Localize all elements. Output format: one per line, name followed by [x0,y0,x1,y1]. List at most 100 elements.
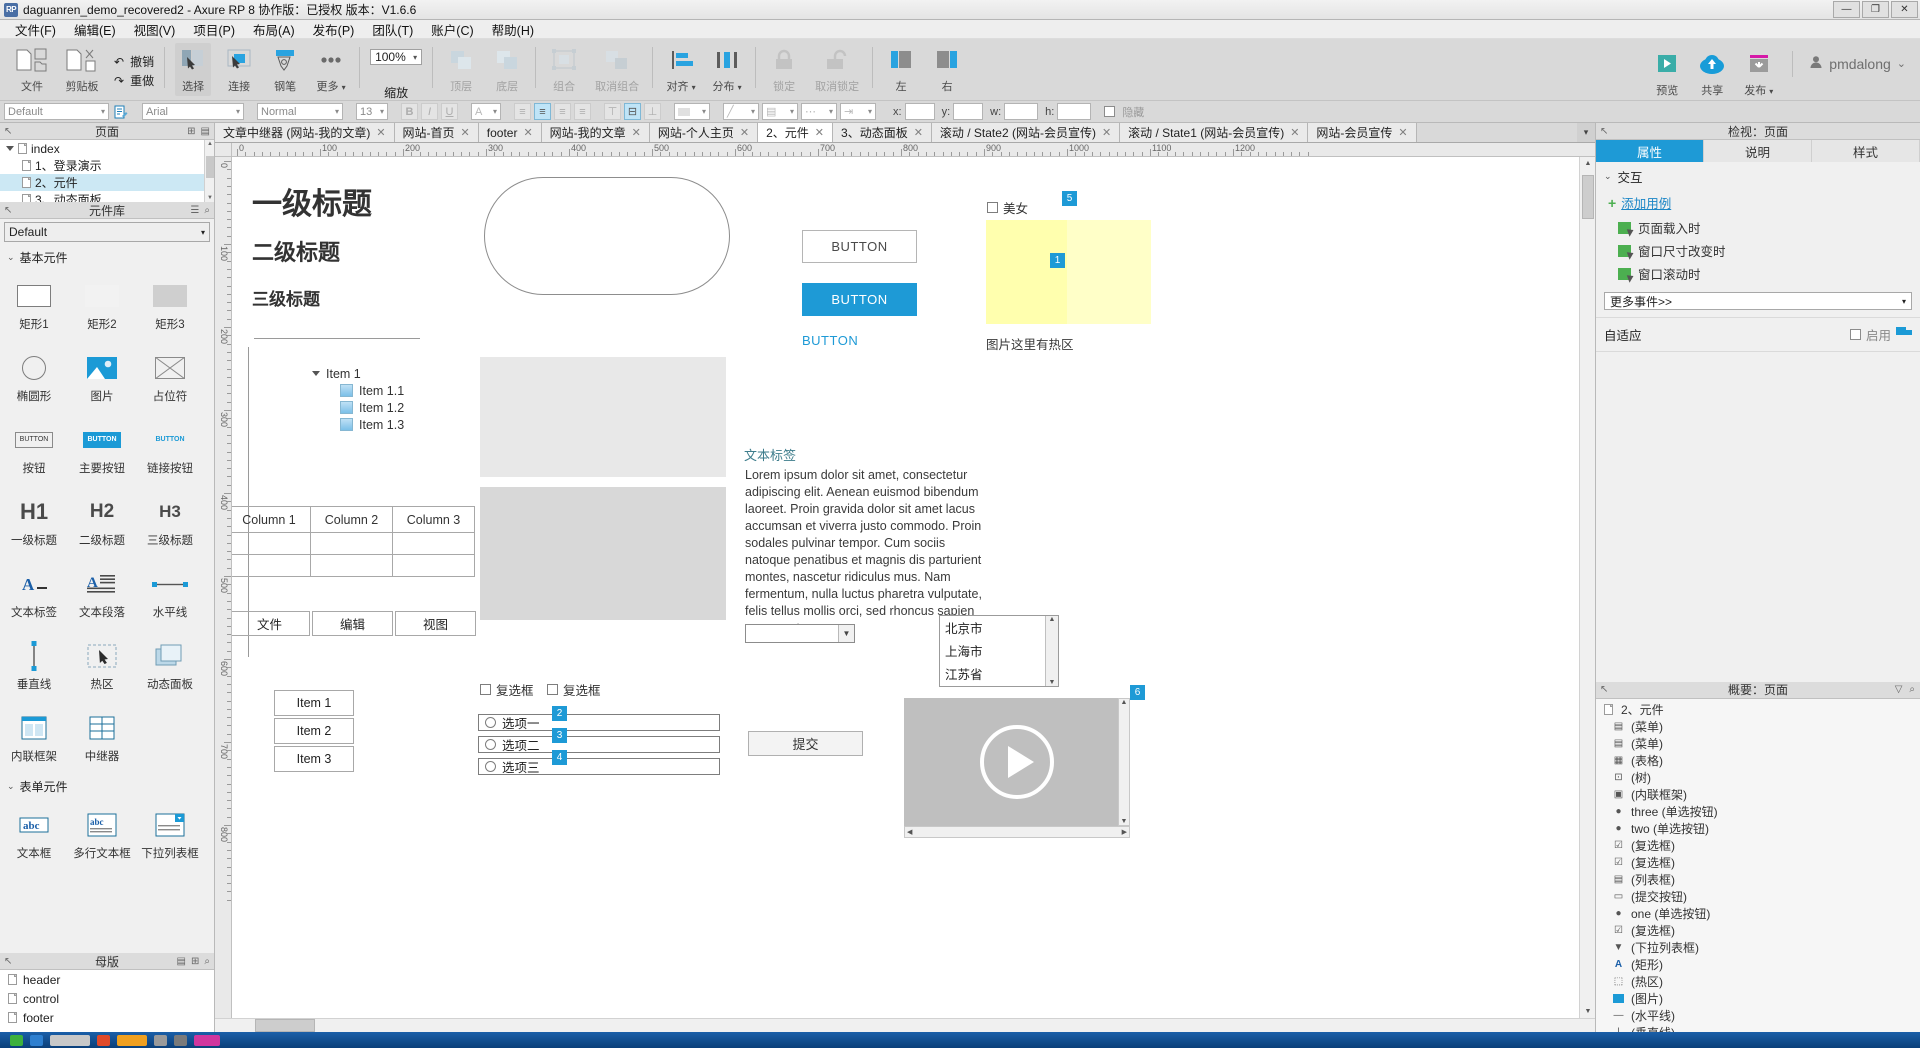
font-color-select[interactable]: A ▾ [471,103,501,120]
canvas-submit-button[interactable]: 提交 [748,731,863,756]
menu-item-layout[interactable]: 布局(A) [244,18,304,41]
tree-child-item[interactable]: Item 1.1 [312,382,404,399]
align-button[interactable]: 对齐 ▾ [663,43,699,96]
close-icon[interactable]: ✕ [632,126,641,139]
tab-widgets[interactable]: 2、元件 ✕ [758,123,834,142]
fill-color-select[interactable]: ▾ [674,103,710,120]
vertical-ruler[interactable]: 0 100 200 300 400 500 600 700 800 [215,157,232,1018]
tab-article-repeater[interactable]: 文章中继器 (网站-我的文章) ✕ [215,123,395,142]
annotation-badge[interactable]: 2 [552,706,567,721]
outline-item[interactable]: — (水平线) [1596,1007,1920,1024]
table-header-cell[interactable]: Column 2 [310,506,393,533]
close-button[interactable]: ✕ [1891,1,1918,18]
menu-item-view[interactable]: 视图(V) [125,18,185,41]
canvas-button-outline[interactable]: BUTTON [802,230,917,263]
clipboard-button[interactable]: 剪贴板 [62,43,102,96]
menu-item-file[interactable]: 文件 [232,611,310,636]
lock-button[interactable]: 锁定 [766,43,802,96]
event-window-resize[interactable]: 窗口尺寸改变时 [1596,239,1920,262]
expand-icon[interactable] [312,371,320,376]
annotation-badge[interactable]: 5 [1062,191,1077,206]
collapse-icon[interactable]: ↖ [4,956,12,967]
menu-item-help[interactable]: 帮助(H) [483,18,543,41]
expand-icon[interactable] [6,146,14,151]
widget-textfield[interactable]: abc 文本框 [0,799,68,871]
outline-item[interactable]: (图片) [1596,990,1920,1007]
annotation-badge[interactable]: 1 [1050,253,1065,268]
canvas-menu[interactable]: 文件 编辑 视图 [232,609,478,638]
close-icon[interactable]: ✕ [461,126,470,139]
outline-item[interactable]: ▼ (下拉列表框) [1596,939,1920,956]
taskbar-icon[interactable] [97,1034,110,1046]
taskbar-icon[interactable] [174,1034,187,1046]
outline-item[interactable]: |(垂直线) [1596,1024,1920,1033]
library-search-icon[interactable]: ⌕ [204,205,210,216]
page-item-widgets[interactable]: 2、元件 [0,174,214,191]
add-case-button[interactable]: + 添加用例 [1596,191,1920,216]
line-width-select[interactable]: ▤ ▾ [762,103,798,120]
widget-horizontal-line[interactable]: 水平线 [136,558,204,630]
outline-item[interactable]: ● two (单选按钮) [1596,820,1920,837]
align-justify-button[interactable]: ≡ [574,103,591,120]
pen-tool-button[interactable]: 钢笔 [267,43,303,96]
canvas-image-placeholder-1[interactable] [480,357,726,477]
close-icon[interactable]: ✕ [1290,126,1299,139]
master-item-control[interactable]: control [0,989,214,1008]
canvas-vertical-menu[interactable]: Item 1 Item 2 Item 3 [272,688,356,774]
outline-item[interactable]: ☑ (复选框) [1596,837,1920,854]
font-family-select[interactable]: Arial ▾ [142,103,244,120]
listbox-option[interactable]: 北京市 [940,616,1058,639]
more-tools-button[interactable]: 更多 ▾ [313,43,349,96]
outline-item[interactable]: ☑ (复选框) [1596,854,1920,871]
widget-rectangle3[interactable]: 矩形3 [136,270,204,342]
pages-scrollbar[interactable]: ▲ ▼ [204,140,214,202]
widget-dropdown[interactable]: 下拉列表框 [136,799,204,871]
canvas-tree[interactable]: Item 1 Item 1.1 Item 1.2 Item 1.3 [312,365,404,433]
bold-button[interactable]: B [401,103,418,120]
close-icon[interactable]: ✕ [740,126,749,139]
tree-root-item[interactable]: Item 1 [312,365,404,382]
canvas-button-primary[interactable]: BUTTON [802,283,917,316]
page-options-icon[interactable]: ▤ [201,126,210,137]
canvas-dropdown[interactable]: ▼ [745,624,855,643]
font-style-select[interactable]: Normal ▾ [257,103,343,120]
widget-primary-button[interactable]: BUTTON 主要按钮 [68,414,136,486]
tab-scroll-state2[interactable]: 滚动 / State2 (网站-会员宣传) ✕ [931,123,1121,142]
canvas-checkbox-2[interactable]: 复选框 [547,680,601,699]
italic-button[interactable]: I [421,103,438,120]
select-tool-button[interactable]: 选择 [175,43,212,96]
canvas-radio-2[interactable]: 选项二 [478,736,720,753]
checkbox-icon[interactable] [547,684,558,695]
ada-manage-icon[interactable] [1896,327,1912,342]
tab-overflow-button[interactable]: ▾ [1577,123,1595,142]
library-group-basic[interactable]: ⌄ 基本元件 [0,245,214,270]
widget-h3[interactable]: H3 三级标题 [136,486,204,558]
annotation-badge[interactable]: 6 [1130,685,1145,700]
library-group-form[interactable]: ⌄ 表单元件 [0,774,214,799]
widget-dynamic-panel[interactable]: 动态面板 [136,630,204,702]
widget-hotspot[interactable]: 热区 [68,630,136,702]
play-icon[interactable] [980,725,1054,799]
ungroup-button[interactable]: 取消组合 [592,43,642,96]
canvas-h2[interactable]: 二级标题 [252,235,340,267]
outline-item[interactable]: ● one (单选按钮) [1596,905,1920,922]
toggle-right-panel-button[interactable]: 右 [929,43,965,96]
outline-item[interactable]: ▤ (菜单) [1596,735,1920,752]
canvas-checkbox-1[interactable]: 复选框 [480,680,534,699]
close-icon[interactable]: ✕ [914,126,923,139]
menu-item[interactable]: Item 3 [274,746,354,772]
tab-member-promo[interactable]: 网站-会员宣传 ✕ [1308,123,1417,142]
widget-rectangle1[interactable]: 矩形1 [0,270,68,342]
widget-placeholder[interactable]: 占位符 [136,342,204,414]
table-cell[interactable] [310,532,393,555]
outline-item[interactable]: ▤ (列表框) [1596,871,1920,888]
annotation-badge[interactable]: 4 [552,750,567,765]
master-item-header[interactable]: header [0,970,214,989]
underline-button[interactable]: U [441,103,458,120]
canvas-radio-1[interactable]: 选项一 [478,714,720,731]
close-icon[interactable]: ✕ [376,126,385,139]
add-page-icon[interactable]: ⊞ [187,126,195,137]
table-cell[interactable] [232,532,311,555]
outline-item[interactable]: ▭ (提交按钮) [1596,888,1920,905]
y-input[interactable] [953,103,984,120]
